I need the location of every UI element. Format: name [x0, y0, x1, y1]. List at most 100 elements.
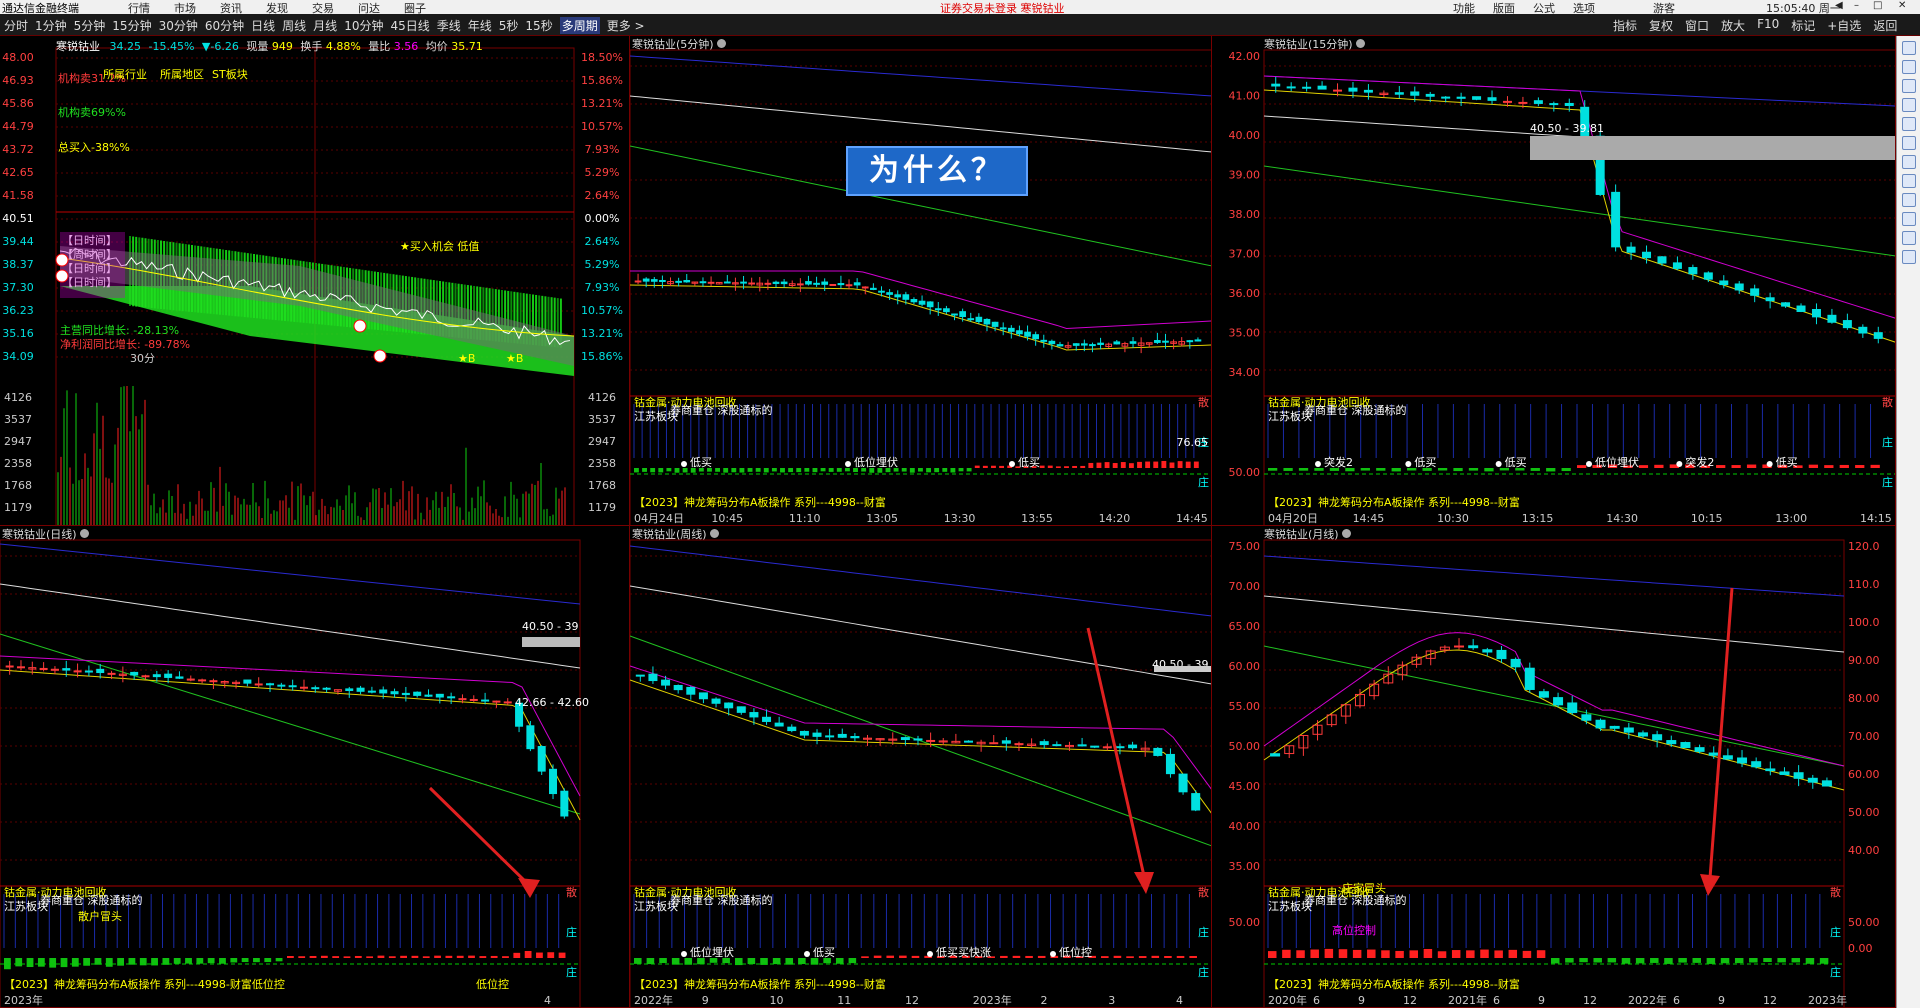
right-tag: 庄	[566, 965, 577, 979]
back-arrow-icon[interactable]: ◀	[1835, 0, 1843, 11]
maximize-icon[interactable]: □	[1873, 0, 1882, 11]
indicator-bar	[309, 955, 317, 958]
indicator-bar	[1310, 949, 1319, 958]
trend-icon[interactable]	[1901, 117, 1916, 131]
tool-button[interactable]: +自选	[1827, 17, 1861, 34]
tool-button[interactable]: 放大	[1721, 17, 1745, 34]
indicator-bar	[1088, 462, 1094, 468]
list-icon[interactable]	[1901, 155, 1916, 169]
app-title: 通达信金融终端	[2, 2, 79, 14]
indicator-bar	[950, 468, 956, 473]
minimize-icon[interactable]: –	[1854, 0, 1859, 11]
tool-button[interactable]: 返回	[1873, 17, 1897, 34]
menu-item[interactable]: 功能	[1453, 0, 1475, 14]
axis-tick: 1768	[588, 479, 616, 492]
period-tab[interactable]: 年线	[468, 17, 492, 34]
scroll-up-icon[interactable]	[1901, 41, 1916, 55]
period-tab[interactable]: 分时	[4, 17, 28, 34]
period-tab[interactable]: 多周期	[559, 17, 600, 34]
news-icon[interactable]	[1901, 193, 1916, 207]
menu-item[interactable]: 圈子	[404, 0, 426, 14]
candle	[1317, 85, 1327, 90]
candle	[686, 686, 696, 695]
candle	[1796, 305, 1806, 312]
tool-button[interactable]: F10	[1757, 17, 1779, 34]
menu-item[interactable]: 发现	[266, 0, 288, 14]
period-tab[interactable]: 60分钟	[205, 17, 244, 34]
kline-icon[interactable]	[1901, 79, 1916, 93]
target-icon[interactable]	[1901, 231, 1916, 245]
candle	[894, 294, 902, 298]
tool-button[interactable]: 窗口	[1685, 17, 1709, 34]
candle	[107, 672, 116, 675]
settings-circle-icon[interactable]	[1355, 39, 1365, 48]
indicator-bar	[796, 468, 802, 473]
menu-item[interactable]: 市场	[174, 0, 196, 14]
candle	[1765, 297, 1775, 302]
candle	[829, 283, 837, 286]
login-notice[interactable]: 证券交易未登录 寒锐钴业	[940, 0, 1065, 14]
period-tab[interactable]: 1分钟	[35, 17, 67, 34]
tool-button[interactable]: 标记	[1791, 17, 1815, 34]
period-tab[interactable]: 日线	[251, 17, 275, 34]
settings-circle-icon[interactable]	[716, 39, 726, 48]
menu-item[interactable]: 行情	[128, 0, 150, 14]
candle	[560, 790, 569, 817]
candle	[401, 692, 410, 696]
monthly-pane[interactable]: 钴金属·动力电池回收 券商重仓 深股通标的 江苏板块散庄庄【2023】神龙筹码分布A…	[1212, 526, 1896, 1008]
axis-tick: 60.00	[1848, 768, 1880, 781]
indicator-bar	[1494, 950, 1503, 958]
bars-icon[interactable]	[1901, 136, 1916, 150]
doc-icon[interactable]	[1901, 174, 1916, 188]
candle	[774, 722, 784, 727]
period-tab[interactable]: 月线	[313, 17, 337, 34]
f10-icon[interactable]	[1901, 212, 1916, 226]
red-arrow-head	[518, 878, 540, 898]
tool-button[interactable]: 指标	[1613, 17, 1637, 34]
change-pct: -15.45%	[148, 40, 195, 53]
m15-pane[interactable]: 42.00 41.00 40.00 39.00 38.00 37.00 36.00 35.00…	[1212, 36, 1896, 526]
indicator-bar	[1720, 958, 1730, 964]
indicator-bar	[536, 952, 543, 958]
signal-label: 低位埋伏	[1595, 455, 1639, 469]
daily-pane[interactable]: 钴金属·动力电池回收 券商重仓 深股通标的 江苏板块散庄庄【2023】神龙筹码分布A…	[0, 526, 630, 1008]
indicator-bar	[37, 958, 45, 967]
candle	[413, 691, 422, 696]
menu-item[interactable]: 版面	[1493, 0, 1515, 14]
signal-label: 低买	[1505, 456, 1527, 469]
period-tab[interactable]: 季线	[437, 17, 461, 34]
menu-item[interactable]: 资讯	[220, 0, 242, 14]
sun-icon[interactable]	[1901, 250, 1916, 264]
period-tab[interactable]: 更多 >	[607, 17, 645, 34]
settings-circle-icon[interactable]	[79, 529, 89, 538]
candle	[1032, 334, 1039, 340]
settings-circle-icon[interactable]	[709, 529, 719, 538]
user-label[interactable]: 游客	[1653, 0, 1675, 14]
period-tab[interactable]: 周线	[282, 17, 306, 34]
table-icon[interactable]	[1901, 98, 1916, 112]
tool-button[interactable]: 复权	[1649, 17, 1673, 34]
intraday-pane[interactable]: 48.00 46.93 45.86 44.79 43.72 42.65 41.58 40.51…	[0, 36, 630, 526]
weekly-pane[interactable]: 52.0050.0048.0046.0044.0042.0040.0038.00…	[630, 526, 1212, 1008]
period-tab[interactable]: 30分钟	[159, 17, 198, 34]
close-icon[interactable]: ✕	[1898, 0, 1906, 11]
indicator-sub: 券商重仓 深股通标的	[670, 403, 773, 417]
turnover-label: 换手	[300, 40, 323, 53]
menu-item[interactable]: 选项	[1573, 0, 1595, 14]
menu-item[interactable]: 交易	[312, 0, 334, 14]
period-tab[interactable]: 10分钟	[344, 17, 383, 34]
settings-circle-icon[interactable]	[1341, 529, 1351, 538]
indicator-bar	[400, 955, 407, 958]
candle	[837, 733, 847, 738]
period-tab[interactable]: 5分钟	[74, 17, 106, 34]
menu-item[interactable]: 问达	[358, 0, 380, 14]
chart-icon[interactable]	[1901, 60, 1916, 74]
period-tab[interactable]: 45日线	[390, 17, 429, 34]
period-tab[interactable]: 15分钟	[112, 17, 151, 34]
candle	[356, 687, 365, 692]
indicator-sub: 江苏板块	[634, 899, 678, 913]
m5-pane[interactable]: 钴金属·动力电池回收 券商重仓 深股通标的 江苏板块散庄庄【2023】神龙筹码分布A…	[630, 36, 1212, 526]
period-tab[interactable]: 15秒	[525, 17, 552, 34]
menu-item[interactable]: 公式	[1533, 0, 1555, 14]
period-tab[interactable]: 5秒	[499, 17, 519, 34]
